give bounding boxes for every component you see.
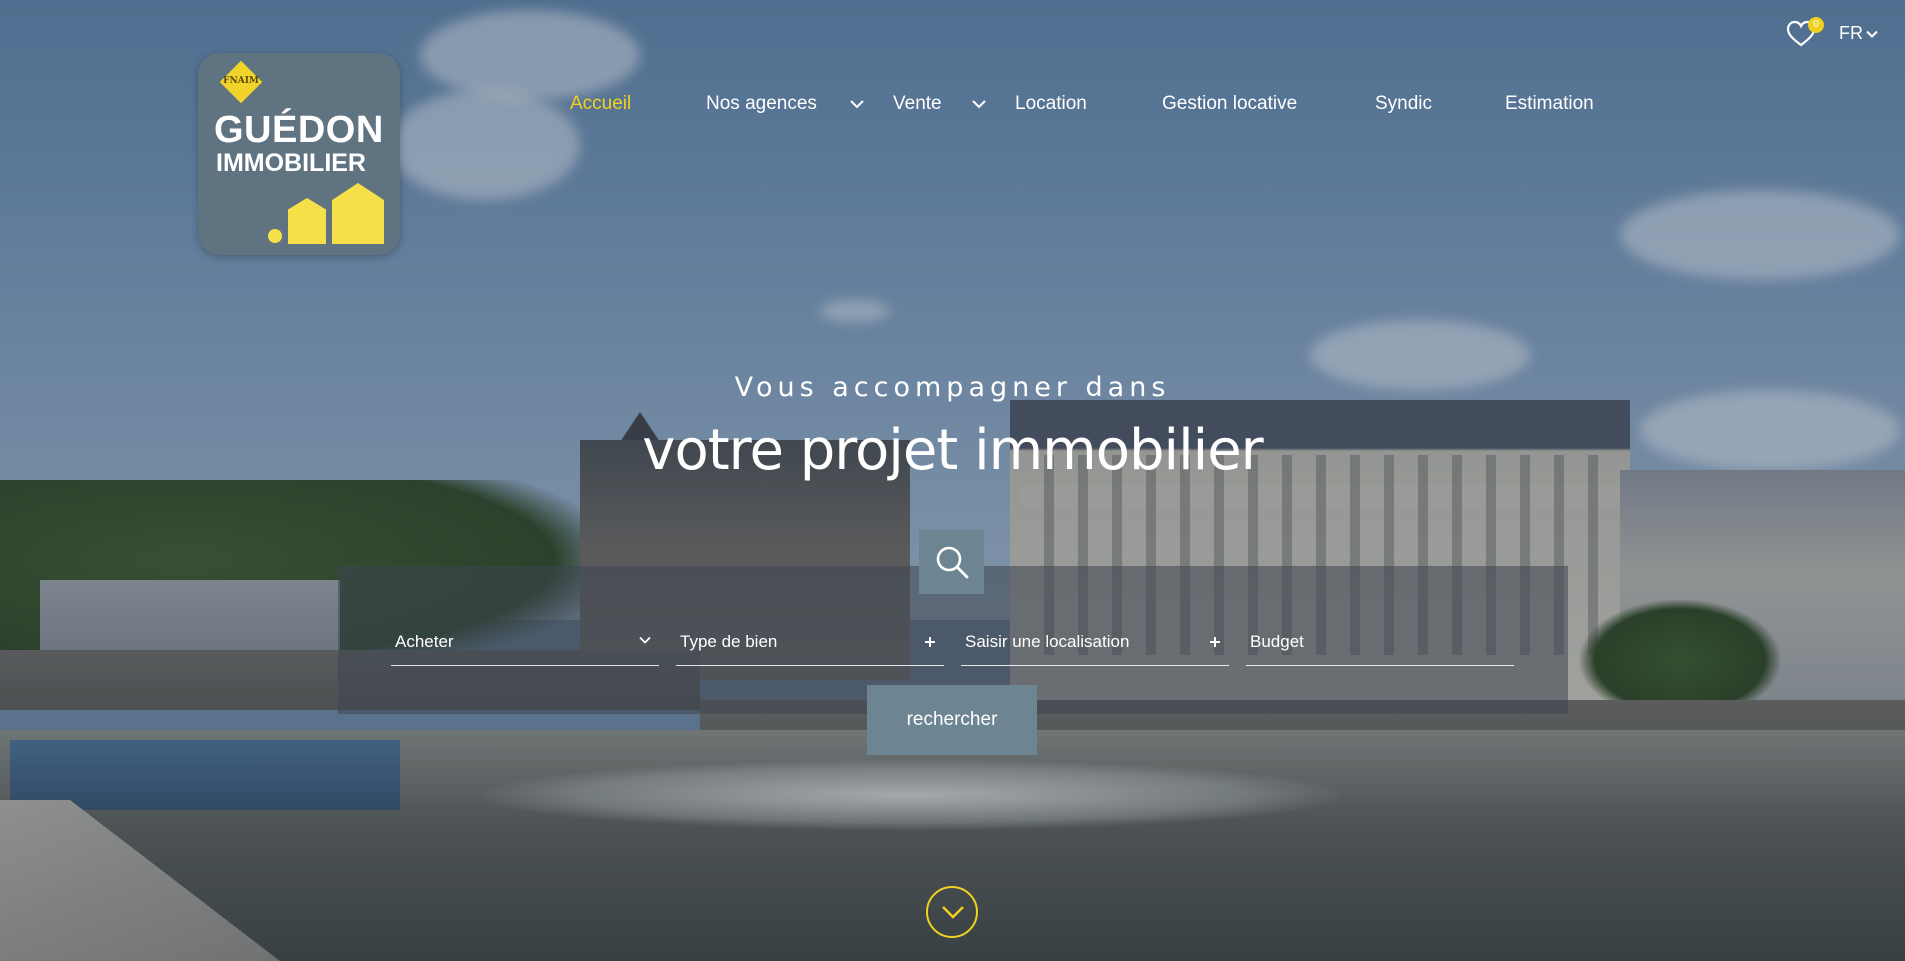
plus-icon: [1209, 631, 1221, 648]
house-icon: [332, 183, 384, 244]
fnaim-badge: FNAIM: [216, 60, 266, 104]
nav-item-estimation[interactable]: Estimation: [1505, 93, 1594, 115]
plus-icon: [924, 631, 936, 648]
language-selector[interactable]: FR: [1839, 23, 1878, 44]
favorites-count-badge: 0: [1808, 17, 1824, 33]
chevron-down-icon: [639, 631, 651, 644]
nav-item-vente[interactable]: Vente: [893, 93, 942, 115]
logo[interactable]: FNAIM GUÉDON IMMOBILIER: [198, 53, 400, 255]
budget-field[interactable]: Budget: [1246, 628, 1514, 666]
budget-label: Budget: [1250, 632, 1304, 651]
nav-item-gestion-locative[interactable]: Gestion locative: [1162, 93, 1297, 115]
transaction-select[interactable]: Acheter: [391, 628, 659, 666]
location-field[interactable]: Saisir une localisation: [961, 628, 1229, 666]
nav-item-nos-agences[interactable]: Nos agences: [706, 93, 817, 115]
chevron-down-icon[interactable]: [850, 99, 864, 111]
logo-name-line2: IMMOBILIER: [216, 149, 366, 177]
badge-text: FNAIM: [223, 76, 259, 86]
chevron-down-icon: [1866, 30, 1878, 38]
property-type-label: Type de bien: [680, 632, 778, 651]
transaction-select-value: Acheter: [395, 632, 454, 651]
location-label: Saisir une localisation: [965, 632, 1130, 651]
hero-title: votre projet immobilier: [642, 418, 1263, 483]
nav-item-accueil[interactable]: Accueil: [570, 93, 631, 115]
search-button[interactable]: rechercher: [867, 685, 1037, 755]
nav-item-syndic[interactable]: Syndic: [1375, 93, 1432, 115]
chevron-down-icon: [942, 906, 964, 919]
chevron-down-icon[interactable]: [972, 99, 986, 111]
hero-subtitle: Vous accompagner dans: [734, 372, 1171, 403]
nav-item-location[interactable]: Location: [1015, 93, 1087, 115]
search-icon: [936, 546, 969, 579]
language-label: FR: [1839, 23, 1863, 43]
logo-dot: [268, 229, 282, 243]
house-icon: [288, 198, 326, 244]
search-icon-box: [919, 530, 984, 594]
property-type-field[interactable]: Type de bien: [676, 628, 944, 666]
logo-name-line1: GUÉDON: [214, 109, 384, 151]
scroll-down-button[interactable]: [926, 886, 978, 938]
